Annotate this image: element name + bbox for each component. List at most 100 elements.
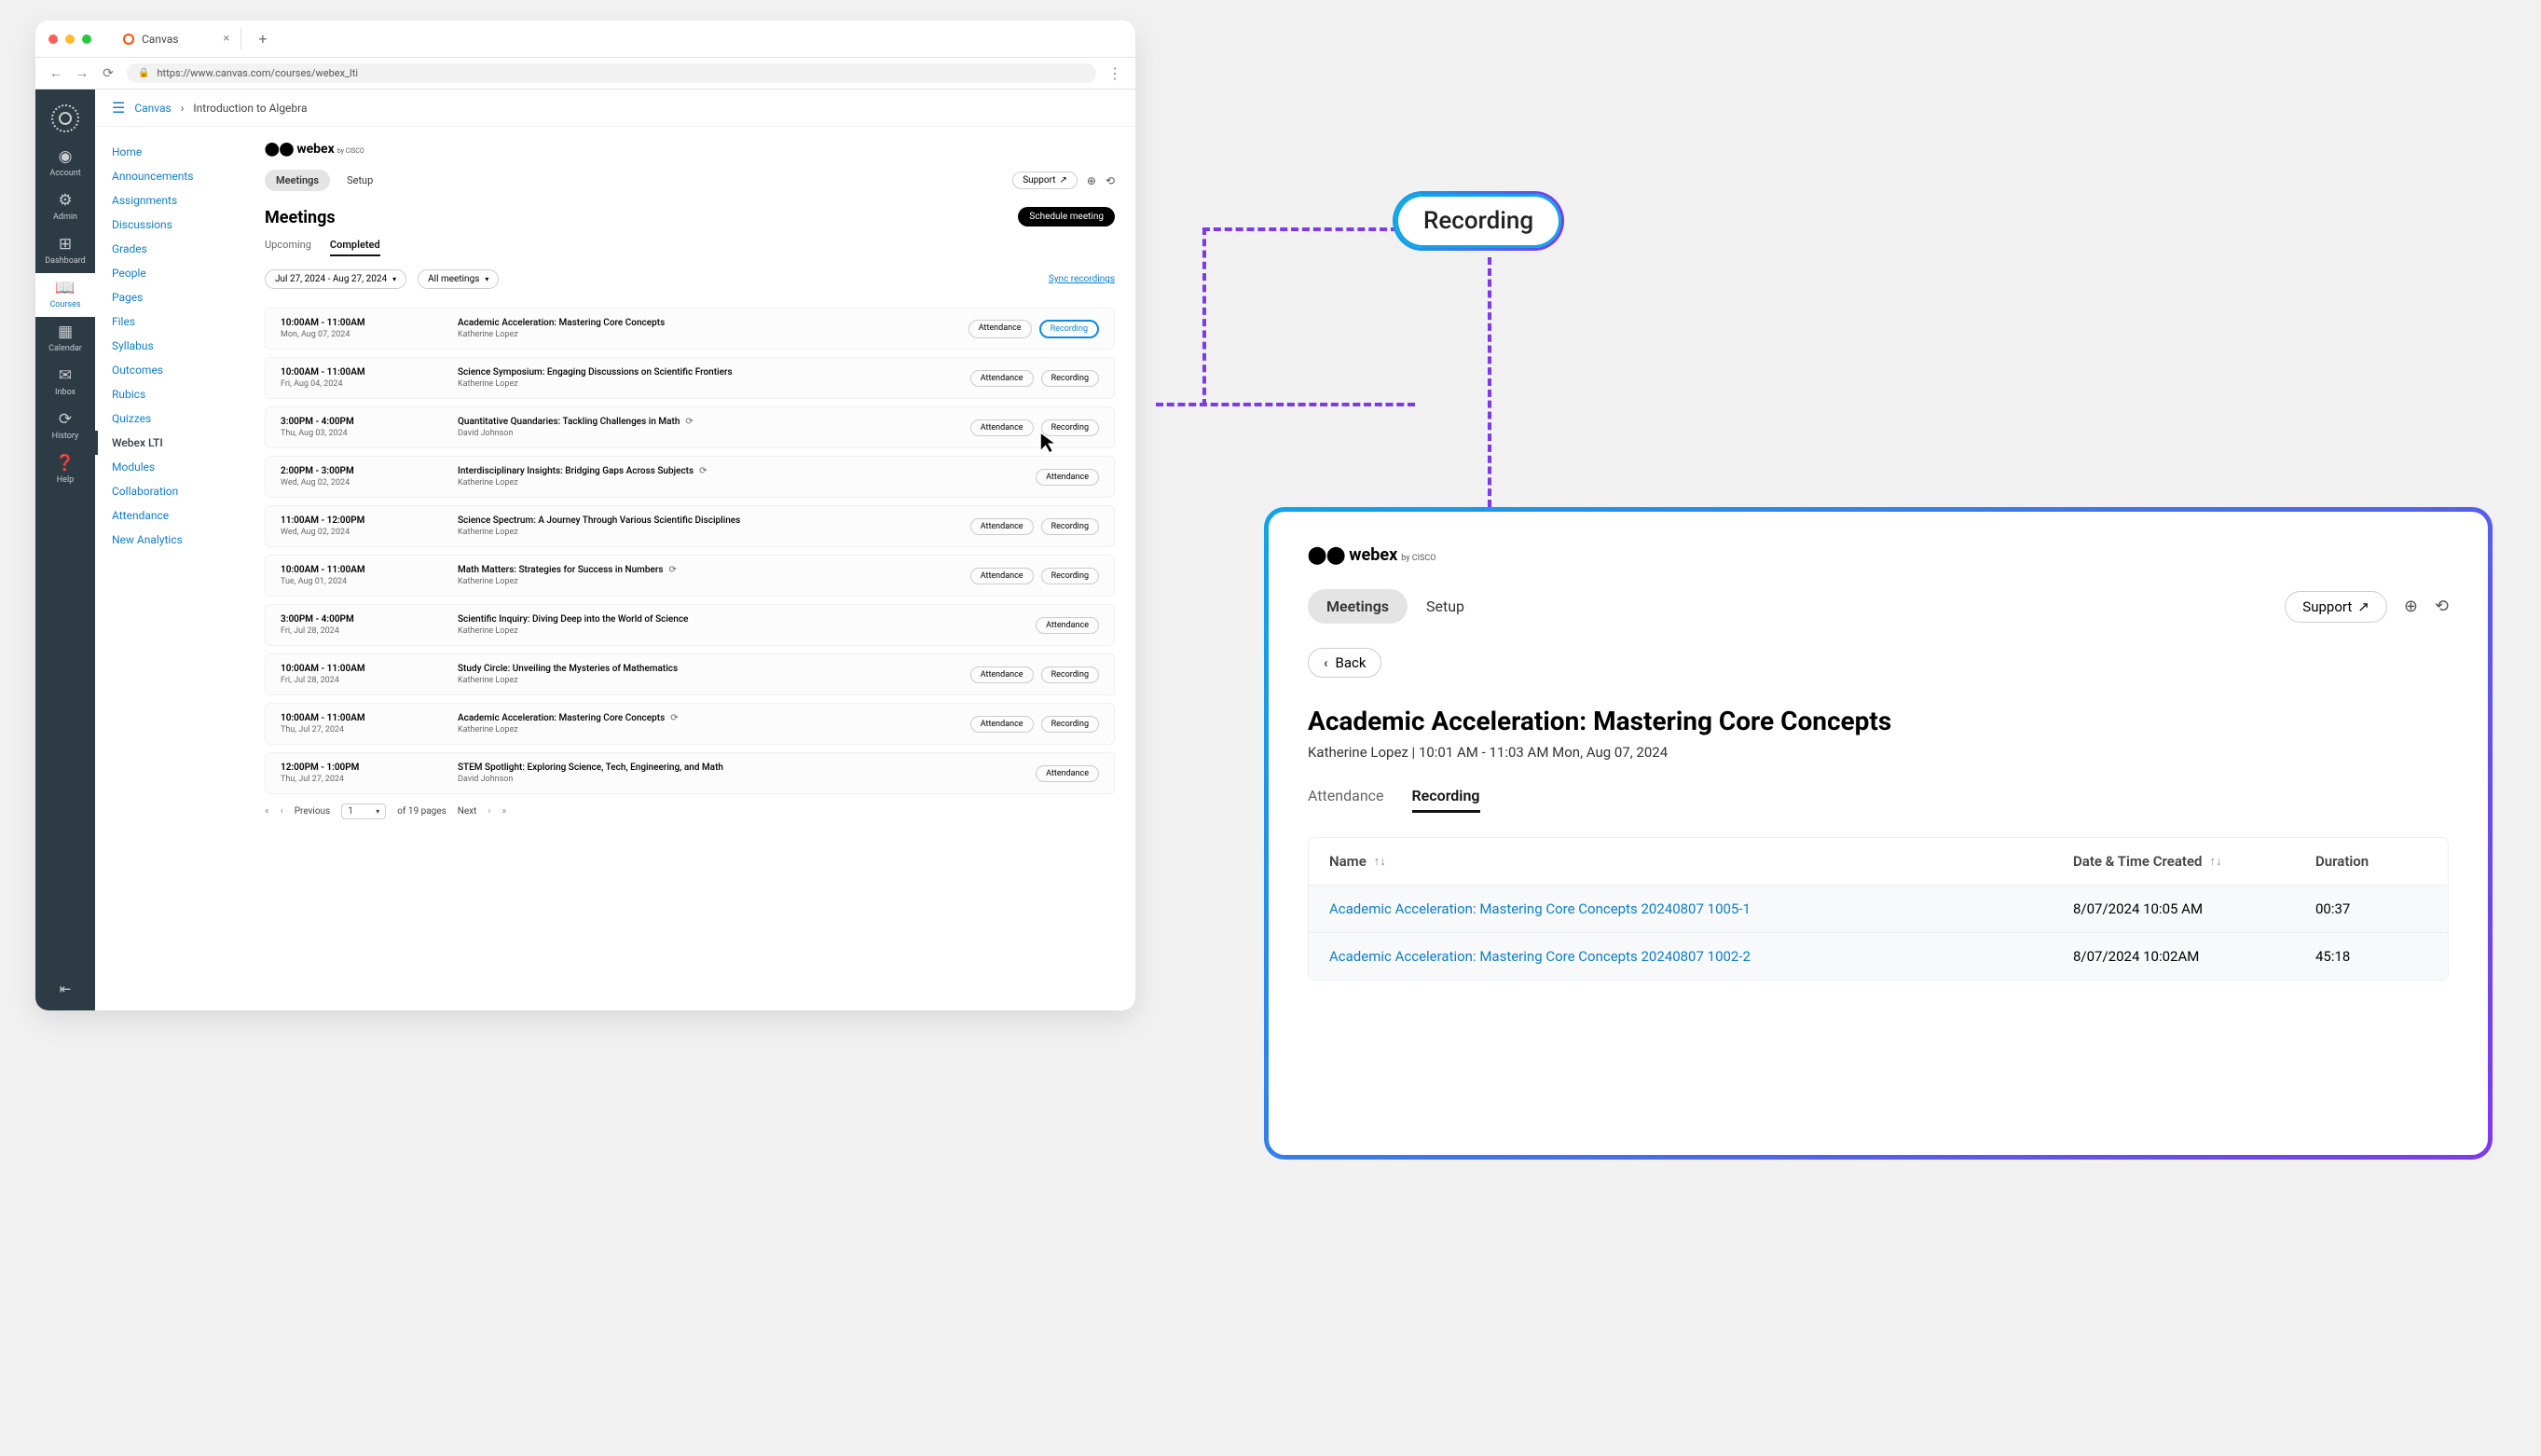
minimize-window-button[interactable] xyxy=(65,34,75,44)
recording-button[interactable]: Recording xyxy=(1041,370,1099,387)
close-window-button[interactable] xyxy=(48,34,58,44)
date-range-filter[interactable]: Jul 27, 2024 - Aug 27, 2024 ▾ xyxy=(265,269,406,289)
sort-icon[interactable]: ↑↓ xyxy=(2209,854,2221,869)
coursemenu-item[interactable]: Assignments xyxy=(95,188,261,213)
coursemenu-item[interactable]: Quizzes xyxy=(95,406,261,431)
signout-icon[interactable]: ⟲ xyxy=(1106,174,1115,187)
globalnav-item-inbox[interactable]: ✉Inbox xyxy=(35,361,95,405)
attendance-button[interactable]: Attendance xyxy=(1036,765,1099,782)
meeting-row: 3:00PM - 4:00PMFri, Jul 28, 2024Scientif… xyxy=(265,604,1115,646)
coursemenu-item[interactable]: Discussions xyxy=(95,213,261,237)
recording-button[interactable]: Recording xyxy=(1041,666,1099,683)
coursemenu-item[interactable]: Modules xyxy=(95,455,261,479)
col-duration[interactable]: Duration xyxy=(2315,853,2369,870)
attendance-button[interactable]: Attendance xyxy=(968,320,1032,338)
support-button[interactable]: Support ↗ xyxy=(2285,591,2387,623)
globalnav-item-help[interactable]: ❓Help xyxy=(35,448,95,492)
globe-icon[interactable]: ⊕ xyxy=(2404,597,2418,616)
prev-page-icon[interactable]: ‹ xyxy=(281,806,283,817)
attendance-button[interactable]: Attendance xyxy=(1036,469,1099,486)
schedule-meeting-button[interactable]: Schedule meeting xyxy=(1018,207,1115,227)
meeting-info: Interdisciplinary Insights: Bridging Gap… xyxy=(458,466,1036,488)
recording-link[interactable]: Academic Acceleration: Mastering Core Co… xyxy=(1329,948,1751,965)
coursemenu-item[interactable]: Grades xyxy=(95,237,261,261)
recording-button[interactable]: Recording xyxy=(1041,716,1099,733)
subtab-attendance[interactable]: Attendance xyxy=(1308,787,1384,813)
dashboard-icon: ⊞ xyxy=(59,235,72,254)
subtab-upcoming[interactable]: Upcoming xyxy=(265,239,311,256)
page-input[interactable]: 1 ▾ xyxy=(341,804,386,819)
globalnav-item-history[interactable]: ⟳History xyxy=(35,405,95,448)
recording-button[interactable]: Recording xyxy=(1041,518,1099,535)
close-tab-icon[interactable]: × xyxy=(223,32,229,46)
reload-icon[interactable]: ⟳ xyxy=(101,66,116,81)
coursemenu-item[interactable]: Pages xyxy=(95,285,261,309)
first-page-icon[interactable]: « xyxy=(265,806,269,817)
coursemenu-item[interactable]: New Analytics xyxy=(95,528,261,552)
globe-icon[interactable]: ⊕ xyxy=(1087,174,1096,187)
attendance-button[interactable]: Attendance xyxy=(970,518,1034,535)
recording-link[interactable]: Academic Acceleration: Mastering Core Co… xyxy=(1329,900,1751,917)
support-button[interactable]: Support ↗ xyxy=(1012,172,1078,189)
back-icon[interactable]: ← xyxy=(48,65,63,81)
canvas-favicon xyxy=(123,34,134,45)
coursemenu-item[interactable]: Collaboration xyxy=(95,479,261,503)
recording-button[interactable]: Recording xyxy=(1039,320,1099,338)
coursemenu-item[interactable]: Syllabus xyxy=(95,334,261,358)
col-name[interactable]: Name xyxy=(1329,853,1367,870)
filters-row: Jul 27, 2024 - Aug 27, 2024 ▾ All meetin… xyxy=(265,269,1115,289)
globalnav-item-dashboard[interactable]: ⊞Dashboard xyxy=(35,229,95,273)
coursemenu-item[interactable]: People xyxy=(95,261,261,285)
attendance-button[interactable]: Attendance xyxy=(970,666,1034,683)
canvas-logo[interactable] xyxy=(51,104,79,132)
address-bar[interactable]: 🔒 https://www.canvas.com/courses/webex_l… xyxy=(127,63,1096,83)
signout-icon[interactable]: ⟲ xyxy=(2435,597,2449,616)
browser-tab[interactable]: Canvas × xyxy=(112,28,241,49)
coursemenu-item[interactable]: Webex LTI xyxy=(95,431,261,455)
page-count: of 19 pages xyxy=(397,806,446,817)
breadcrumb-link[interactable]: Canvas xyxy=(134,102,171,115)
prev-label[interactable]: Previous xyxy=(295,806,331,817)
browser-menu-icon[interactable]: ⋮ xyxy=(1107,64,1122,82)
tab-meetings[interactable]: Meetings xyxy=(1308,589,1408,624)
sync-recordings-link[interactable]: Sync recordings xyxy=(1049,274,1115,284)
recording-button[interactable]: Recording xyxy=(1041,419,1099,436)
tab-setup[interactable]: Setup xyxy=(1408,589,1483,624)
scope-filter[interactable]: All meetings ▾ xyxy=(418,269,499,289)
coursemenu-item[interactable]: Outcomes xyxy=(95,358,261,382)
recording-button[interactable]: Recording xyxy=(1041,568,1099,584)
meeting-info: Academic Acceleration: Mastering Core Co… xyxy=(458,713,970,735)
collapse-nav-icon[interactable]: ⇤ xyxy=(60,981,72,997)
subtab-completed[interactable]: Completed xyxy=(330,239,380,256)
tab-setup[interactable]: Setup xyxy=(336,170,384,191)
attendance-button[interactable]: Attendance xyxy=(970,716,1034,733)
coursemenu-item[interactable]: Attendance xyxy=(95,503,261,528)
meeting-time: 10:00AM - 11:00AMFri, Jul 28, 2024 xyxy=(281,664,458,685)
globalnav-item-calendar[interactable]: ▦Calendar xyxy=(35,317,95,361)
forward-icon[interactable]: → xyxy=(75,65,89,81)
globalnav-item-courses[interactable]: 📖Courses xyxy=(35,273,95,317)
coursemenu-item[interactable]: Announcements xyxy=(95,164,261,188)
new-tab-button[interactable]: + xyxy=(258,30,267,48)
globalnav-item-account[interactable]: ◉Account xyxy=(35,142,95,185)
next-label[interactable]: Next xyxy=(458,806,477,817)
col-date[interactable]: Date & Time Created xyxy=(2073,853,2202,870)
last-page-icon[interactable]: » xyxy=(501,806,506,817)
recording-detail-panel: ⬤⬤ webex by CISCO Meetings Setup Support… xyxy=(1264,507,2493,1160)
globalnav-label: Account xyxy=(49,169,80,178)
maximize-window-button[interactable] xyxy=(82,34,91,44)
next-page-icon[interactable]: › xyxy=(488,806,490,817)
globalnav-item-admin[interactable]: ⚙Admin xyxy=(35,185,95,229)
subtab-recording[interactable]: Recording xyxy=(1412,787,1480,813)
sort-icon[interactable]: ↑↓ xyxy=(1374,854,1386,869)
attendance-button[interactable]: Attendance xyxy=(1036,617,1099,634)
coursemenu-item[interactable]: Files xyxy=(95,309,261,334)
back-button[interactable]: ‹ Back xyxy=(1308,648,1381,678)
attendance-button[interactable]: Attendance xyxy=(970,568,1034,584)
tab-meetings[interactable]: Meetings xyxy=(265,170,330,191)
coursemenu-item[interactable]: Rubics xyxy=(95,382,261,406)
attendance-button[interactable]: Attendance xyxy=(970,370,1034,387)
coursemenu-item[interactable]: Home xyxy=(95,140,261,164)
hamburger-icon[interactable]: ☰ xyxy=(112,99,125,117)
attendance-button[interactable]: Attendance xyxy=(970,419,1034,436)
